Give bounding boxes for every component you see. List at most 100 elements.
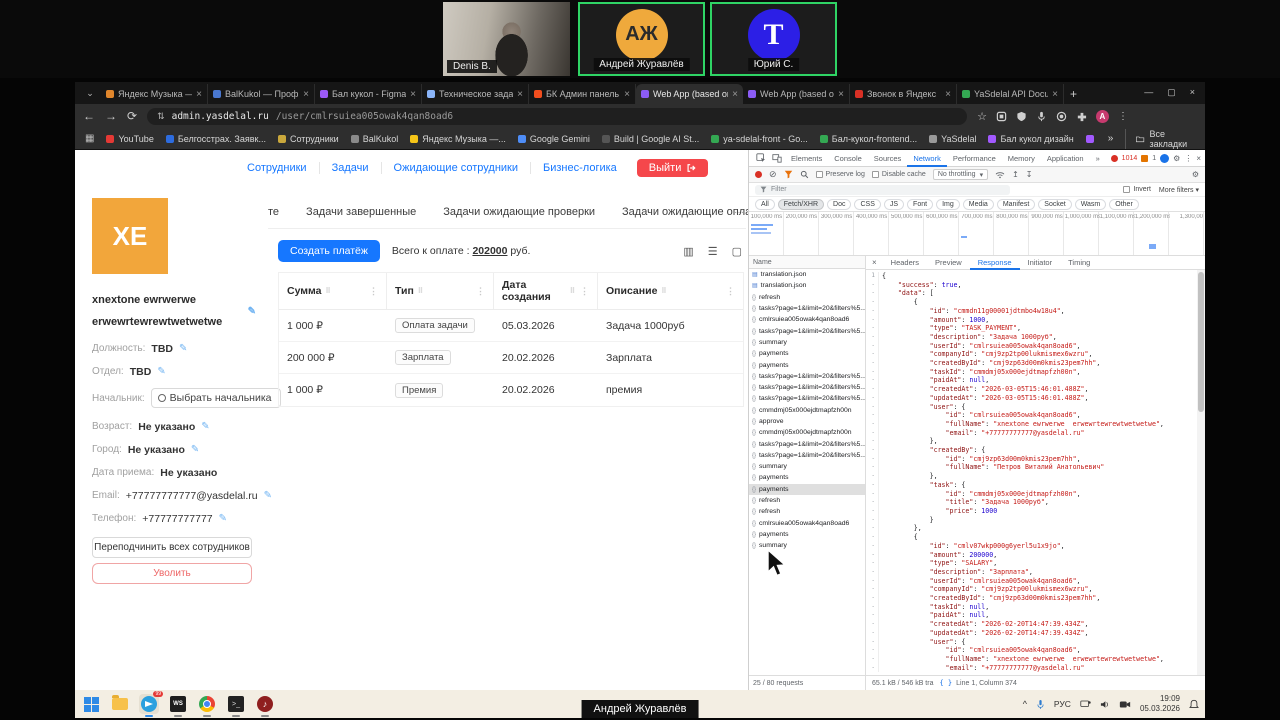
filter-chip[interactable]: Img [936,199,960,210]
line-gutter[interactable]: - [866,638,879,647]
preserve-log-checkbox[interactable]: Preserve log [816,171,865,178]
column-menu-icon[interactable]: ⋮ [369,286,378,297]
clear-network-icon[interactable]: ⊘ [769,169,777,180]
request-row[interactable]: cmmdmj05x000ejdtmapfzh00n [749,405,865,416]
request-row[interactable]: summary [749,337,865,348]
request-row[interactable]: refresh [749,292,865,303]
line-gutter[interactable]: - [866,324,879,333]
forward-button[interactable]: → [105,109,117,123]
close-request-details-icon[interactable]: × [866,258,883,267]
line-gutter[interactable]: - [866,611,879,620]
line-gutter[interactable]: - [866,281,879,290]
address-bar[interactable]: ⇅ admin.yasdelal.ru/user/cmlrsuiea005owa… [147,108,967,125]
edit-icon[interactable]: ✎ [219,513,227,524]
devtools-menu-icon[interactable]: ⋮ [1184,154,1192,163]
bookmark-item[interactable]: Сотрудники [278,134,339,144]
line-gutter[interactable]: - [866,429,879,438]
table-header-cell[interactable]: Сумма ⠿ ⋮ [279,273,387,309]
terminal-button[interactable]: >_ [226,694,246,714]
line-gutter[interactable]: - [866,577,879,586]
tab-close-icon[interactable]: × [1052,89,1058,100]
tab-close-icon[interactable]: × [624,89,630,100]
back-button[interactable]: ← [83,109,95,123]
file-explorer-button[interactable] [110,694,130,714]
telegram-button[interactable]: 99 [139,694,159,714]
line-gutter[interactable]: - [866,551,879,560]
request-row[interactable]: tasks?page=1&limit=20&filters%5... [749,303,865,314]
request-row[interactable]: cmmdmj05x000ejdtmapfzh00n [749,427,865,438]
filter-chip[interactable]: Font [907,199,933,210]
response-tab[interactable]: Response [970,256,1020,270]
tab-close-icon[interactable]: × [945,89,951,100]
inspect-element-icon[interactable] [756,153,766,163]
export-har-icon[interactable]: ↧ [1026,170,1033,179]
line-gutter[interactable]: - [866,533,879,542]
filter-chip[interactable]: Doc [827,199,851,210]
table-row[interactable]: 200 000 ₽ Зарплата 20.02.2026 Зарплата [279,342,743,374]
request-row[interactable]: approve [749,416,865,427]
bookmark-item[interactable]: Белгосстрах. Заявк... [166,134,266,144]
column-menu-icon[interactable]: ⋮ [726,286,735,297]
line-gutter[interactable]: - [866,455,879,464]
browser-tab[interactable]: Яндекс Музыка — с × [101,84,208,104]
participant-video-denis[interactable]: Denis B. [443,2,570,76]
bookmark-item[interactable]: Google Gemini [518,134,590,144]
line-gutter[interactable]: - [866,368,879,377]
browser-tab[interactable]: БК Админ панель (n × [529,84,636,104]
response-tab[interactable]: Initiator [1020,256,1061,270]
nav-pending-employees[interactable]: Ожидающие сотрудники [382,162,531,174]
request-row[interactable]: payments [749,529,865,540]
request-row[interactable]: cmlrsuiea005owak4qan8oad6 [749,314,865,325]
line-gutter[interactable]: - [866,542,879,551]
line-gutter[interactable]: - [866,664,879,673]
bookmark-star-icon[interactable]: ☆ [977,110,987,123]
edit-icon[interactable]: ✎ [191,444,199,455]
field-value[interactable]: TBD [151,343,173,355]
request-row[interactable]: tasks?page=1&limit=20&filters%5... [749,438,865,449]
request-row[interactable]: translation.json [749,280,865,291]
response-scrollbar[interactable] [1197,270,1205,675]
field-value[interactable]: Не указано [138,421,195,433]
devtools-tab[interactable]: Sources [868,150,908,167]
microphone-tray-icon[interactable] [1036,699,1045,710]
line-gutter[interactable]: - [866,385,879,394]
devtools-close-icon[interactable]: × [1196,154,1201,163]
line-gutter[interactable]: - [866,437,879,446]
density-icon[interactable]: ☰ [708,245,718,258]
tab-close-icon[interactable]: × [517,89,523,100]
field-value[interactable]: +77777777777@yasdelal.ru [126,490,258,502]
request-row[interactable]: tasks?page=1&limit=20&filters%5... [749,382,865,393]
mic-extension-icon[interactable] [1036,111,1047,122]
browser-tab[interactable]: Техническое задани × [422,84,529,104]
clock[interactable]: 19:09 05.03.2026 [1140,694,1180,714]
format-json-icon[interactable]: { } [939,679,952,687]
request-row[interactable]: refresh [749,495,865,506]
tab-close-icon[interactable]: × [196,89,202,100]
filter-chip[interactable]: All [755,199,775,210]
drag-handle-icon[interactable]: ⠿ [326,287,332,295]
edit-icon[interactable]: ✎ [179,343,187,354]
line-gutter[interactable]: - [866,498,879,507]
device-toolbar-icon[interactable] [772,153,782,163]
record-extension-icon[interactable] [1056,111,1067,122]
request-row[interactable]: tasks?page=1&limit=20&filters%5... [749,371,865,382]
bookmarks-overflow-icon[interactable]: » [1108,133,1114,144]
line-gutter[interactable]: - [866,298,879,307]
error-count[interactable]: 1014 [1122,155,1138,162]
column-menu-icon[interactable]: ⋮ [476,286,485,297]
request-row[interactable]: payments [749,359,865,370]
filter-chip[interactable]: Socket [1038,199,1071,210]
network-tray-icon[interactable] [1080,700,1091,709]
column-menu-icon[interactable]: ⋮ [580,286,589,297]
camera-tray-icon[interactable] [1119,700,1131,709]
tab-search-button[interactable]: ⌄ [81,84,99,102]
filter-chip[interactable]: Wasm [1075,199,1107,210]
browser-tab[interactable]: YaSdelal API Docume × [957,84,1064,104]
reload-button[interactable]: ⟳ [127,109,137,123]
request-row[interactable]: cmlrsuiea005owak4qan8oad6 [749,518,865,529]
bookmark-item[interactable]: ya-sdelal-front - Go... [711,134,808,144]
bookmark-item[interactable]: Бал-кукол-frontend... [820,134,917,144]
participant-video-andrey[interactable]: АЖ Андрей Журавлёв [578,2,705,76]
fullscreen-icon[interactable]: ▢ [732,245,742,258]
participant-video-yuri[interactable]: T Юрий С. [710,2,837,76]
